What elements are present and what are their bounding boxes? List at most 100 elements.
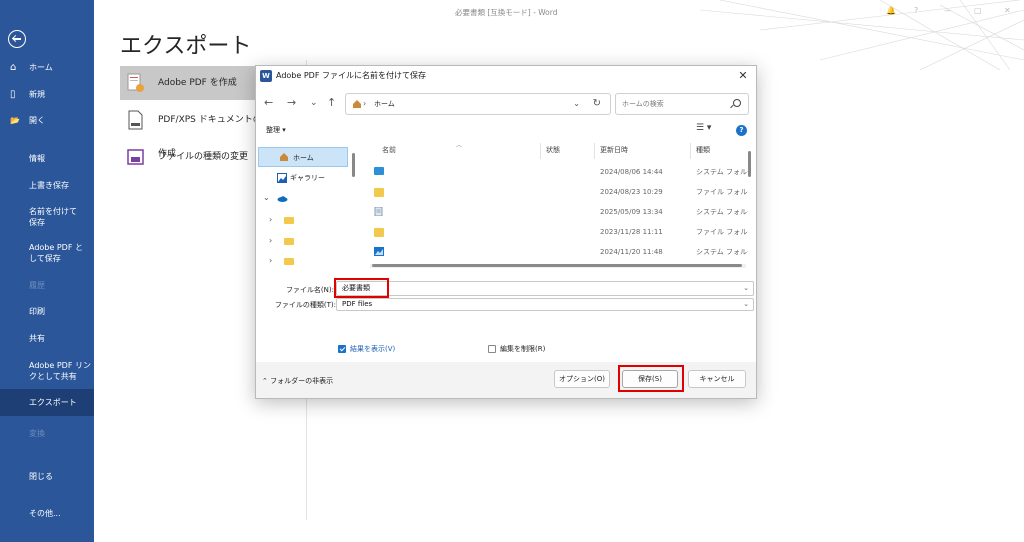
recent-locations-icon[interactable]: ⌄ <box>310 97 318 109</box>
sidebar-item-open[interactable]: 📂 開く <box>0 115 94 126</box>
nav-pane-scrollbar[interactable] <box>352 153 355 177</box>
chevron-right-icon[interactable]: › <box>269 251 272 271</box>
nav-item-gallery[interactable]: ギャラリー <box>256 168 348 188</box>
sidebar-item-export[interactable]: エクスポート <box>0 389 94 416</box>
export-option-label: ファイルの種類の変更 <box>158 152 249 162</box>
close-icon[interactable]: ✕ <box>736 69 750 83</box>
table-row[interactable]: 2023/11/28 11:11 ファイル フォルダー <box>360 222 750 242</box>
help-icon[interactable]: ? <box>736 125 747 136</box>
nav-item-onedrive[interactable]: ⌄ <box>256 189 348 209</box>
home-icon <box>280 153 288 161</box>
nav-item-folder[interactable]: › <box>256 231 348 251</box>
column-header-status[interactable]: 状態 <box>546 145 560 155</box>
cloud-icon <box>277 196 288 202</box>
filetype-select[interactable]: PDF files ⌄ <box>336 298 754 311</box>
view-result-label: 結果を表示(V) <box>350 345 396 353</box>
notification-icon[interactable]: 🔔 <box>886 6 896 15</box>
table-row[interactable]: 2024/11/20 11:48 システム フォルダー <box>360 242 750 262</box>
sidebar-item-share[interactable]: 共有 <box>0 333 94 344</box>
refresh-icon[interactable]: ↻ <box>593 94 601 114</box>
change-file-type-icon <box>127 149 144 165</box>
sidebar-item-save[interactable]: 上書き保存 <box>0 180 94 191</box>
filename-field[interactable]: 必要書類 ⌄ <box>336 281 754 296</box>
sidebar-item-share-adobe-link[interactable]: Adobe PDF リンクとして共有 <box>0 360 92 382</box>
organize-button[interactable]: 整理 ▾ <box>266 125 286 135</box>
sidebar-item-home[interactable]: ⌂ ホーム <box>0 62 94 73</box>
folder-icon <box>284 238 294 245</box>
sidebar-item-save-as[interactable]: 名前を付けて保存 <box>0 206 80 228</box>
nav-item-home[interactable]: ホーム <box>258 147 348 167</box>
up-folder-icon[interactable]: ↑ <box>327 97 336 109</box>
view-result-option[interactable]: 結果を表示(V) <box>338 344 395 354</box>
column-header-modified[interactable]: 更新日時 <box>600 145 628 155</box>
nav-item-folder[interactable]: › <box>256 251 348 271</box>
search-input[interactable]: ホームの検索 <box>615 93 749 115</box>
new-document-icon: ▯ <box>10 89 16 100</box>
back-arrow-icon[interactable] <box>8 30 26 48</box>
sidebar-item-label: 開く <box>29 116 45 125</box>
chevron-down-icon[interactable]: ⌄ <box>743 282 749 295</box>
pictures-folder-icon <box>374 247 384 256</box>
restrict-edit-checkbox[interactable] <box>488 345 496 353</box>
minimize-icon[interactable]: — <box>944 6 952 15</box>
options-button[interactable]: オプション(O) <box>554 370 610 388</box>
column-header-name[interactable]: 名前 <box>382 145 396 155</box>
folder-icon <box>284 217 294 224</box>
table-row[interactable]: 2024/08/06 14:44 システム フォルダー <box>360 162 750 182</box>
filetype-value: PDF files <box>342 300 373 308</box>
table-row[interactable]: 2025/05/09 13:34 システム フォルダー <box>360 202 750 222</box>
horizontal-scroll-thumb[interactable] <box>372 264 742 267</box>
sidebar-item-more[interactable]: その他... <box>0 508 94 519</box>
chevron-down-icon[interactable]: ⌄ <box>573 94 580 114</box>
filename-highlight <box>334 278 389 298</box>
desktop-folder-icon <box>374 167 384 175</box>
back-icon[interactable]: ← <box>264 97 273 109</box>
cancel-button[interactable]: キャンセル <box>688 370 746 388</box>
save-as-dialog: W Adobe PDF ファイルに名前を付けて保存 ✕ ← → ⌄ ↑ › ホー… <box>255 65 757 399</box>
chevron-right-icon[interactable]: › <box>269 231 272 251</box>
column-header-type[interactable]: 種類 <box>696 145 710 155</box>
modified-date: 2025/05/09 13:34 <box>600 208 663 216</box>
file-list: ︿ 名前 状態 更新日時 種類 2024/08/06 14:44 システム フォ… <box>360 142 752 268</box>
chevron-right-icon[interactable]: › <box>269 210 272 230</box>
sidebar-item-new[interactable]: ▯ 新規 <box>0 89 94 100</box>
sidebar-item-save-adobe-pdf[interactable]: Adobe PDF として保存 <box>0 242 88 264</box>
file-list-scrollbar[interactable] <box>748 151 751 177</box>
column-divider[interactable] <box>690 143 691 159</box>
close-window-icon[interactable]: ✕ <box>1004 6 1011 15</box>
file-type: システム フォルダー <box>696 248 748 256</box>
export-option-create-pdf-xps[interactable]: PDF/XPS ドキュメントの作成 <box>120 103 265 159</box>
sidebar-item-info[interactable]: 情報 <box>0 153 94 164</box>
hide-folders-button[interactable]: ⌃ フォルダーの非表示 <box>262 376 333 386</box>
open-folder-icon: 📂 <box>10 116 20 125</box>
save-button-highlight <box>618 365 684 392</box>
column-divider[interactable] <box>594 143 595 159</box>
chevron-down-icon[interactable]: ⌄ <box>263 188 270 208</box>
search-icon[interactable] <box>733 99 741 107</box>
table-row[interactable]: 2024/08/23 10:29 ファイル フォルダー <box>360 182 750 202</box>
restrict-edit-option[interactable]: 編集を制限(R) <box>488 344 545 354</box>
home-icon <box>353 100 361 108</box>
column-divider[interactable] <box>540 143 541 159</box>
horizontal-scrollbar[interactable] <box>370 264 746 268</box>
maximize-icon[interactable]: ▢ <box>974 6 982 15</box>
sidebar-item-print[interactable]: 印刷 <box>0 306 94 317</box>
export-option-create-adobe-pdf[interactable]: Adobe PDF を作成 <box>120 66 265 100</box>
nav-item-folder[interactable]: › <box>256 210 348 230</box>
file-type: システム フォルダー <box>696 168 748 176</box>
forward-icon[interactable]: → <box>287 97 296 109</box>
export-option-change-file-type[interactable]: ファイルの種類の変更 <box>120 140 265 174</box>
search-placeholder: ホームの検索 <box>622 100 664 108</box>
view-result-checkbox[interactable] <box>338 345 346 353</box>
modified-date: 2024/11/20 11:48 <box>600 248 663 256</box>
view-options-button[interactable]: ☰ ▾ <box>696 123 711 133</box>
nav-item-label: ギャラリー <box>290 174 325 182</box>
hide-folders-label: フォルダーの非表示 <box>270 377 334 385</box>
breadcrumb[interactable]: ホーム <box>374 100 395 108</box>
navigation-bar: ← → ⌄ ↑ › ホーム ⌄ ↻ ホームの検索 <box>256 91 756 117</box>
chevron-down-icon[interactable]: ⌄ <box>743 299 749 310</box>
sidebar-item-close[interactable]: 閉じる <box>0 471 94 482</box>
help-icon[interactable]: ? <box>914 6 918 15</box>
address-bar[interactable]: › ホーム ⌄ ↻ <box>345 93 611 115</box>
file-type: ファイル フォルダー <box>696 228 748 236</box>
